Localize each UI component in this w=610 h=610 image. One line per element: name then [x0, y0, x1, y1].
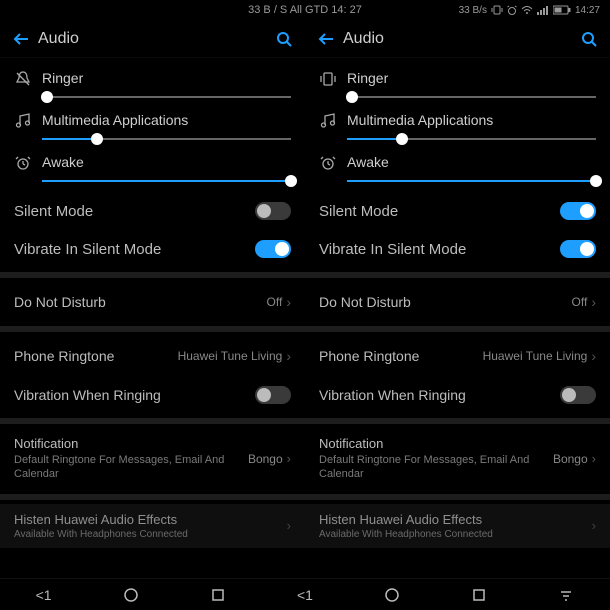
- alarm-icon: [14, 154, 38, 172]
- status-bar: 33 B / S All GTD 14: 27 33 B/s 14:27: [0, 0, 610, 20]
- search-button[interactable]: [275, 30, 293, 48]
- nav-square-icon[interactable]: [210, 587, 226, 603]
- status-right: 33 B/s 14:27: [459, 5, 600, 16]
- vibrate-ringing-label: Vibration When Ringing: [14, 387, 161, 403]
- vibrate-silent-toggle[interactable]: [255, 240, 291, 258]
- nav-menu-icon[interactable]: [558, 587, 574, 603]
- nav-home-icon[interactable]: [384, 587, 400, 603]
- ringer-slider[interactable]: [42, 96, 291, 98]
- wifi-icon: [521, 5, 533, 15]
- chevron-right-icon: ›: [286, 348, 291, 364]
- multimedia-label: Multimedia Applications: [347, 112, 596, 128]
- chevron-right-icon: ›: [286, 294, 291, 310]
- ringer-label: Ringer: [42, 70, 291, 86]
- chevron-right-icon: ›: [287, 518, 291, 533]
- vibrate-silent-toggle[interactable]: [560, 240, 596, 258]
- chevron-right-icon: ›: [591, 294, 596, 310]
- dnd-row[interactable]: Do Not Disturb Off ›: [305, 282, 610, 322]
- awake-slider[interactable]: [347, 180, 596, 182]
- silent-mode-toggle[interactable]: [560, 202, 596, 220]
- nav-back-right[interactable]: <1: [297, 587, 313, 603]
- vibrate-silent-label: Vibrate In Silent Mode: [14, 241, 161, 258]
- search-button[interactable]: [580, 30, 598, 48]
- multimedia-slider[interactable]: [347, 138, 596, 140]
- chevron-right-icon: ›: [592, 518, 596, 533]
- ringer-label: Ringer: [347, 70, 596, 86]
- multimedia-label: Multimedia Applications: [42, 112, 291, 128]
- notification-row[interactable]: Notification Default Ringtone For Messag…: [0, 428, 305, 490]
- nav-bar: <1 <1: [0, 578, 610, 610]
- page-title: Audio: [38, 30, 79, 48]
- back-button[interactable]: [317, 30, 335, 48]
- status-center: 33 B / S All GTD 14: 27: [248, 4, 362, 16]
- ringer-off-icon: [14, 70, 38, 88]
- silent-mode-toggle[interactable]: [255, 202, 291, 220]
- multimedia-slider[interactable]: [42, 138, 291, 140]
- silent-mode-label: Silent Mode: [14, 203, 93, 220]
- vibrate-silent-label: Vibrate In Silent Mode: [319, 241, 466, 258]
- music-icon: [14, 112, 38, 130]
- silent-mode-label: Silent Mode: [319, 203, 398, 220]
- vibrate-icon: [491, 5, 503, 15]
- chevron-right-icon: ›: [592, 451, 596, 466]
- page-title: Audio: [343, 30, 384, 48]
- nav-square-icon[interactable]: [471, 587, 487, 603]
- dnd-row[interactable]: Do Not Disturb Off ›: [0, 282, 305, 322]
- title-bar: Audio: [305, 20, 610, 58]
- histen-row[interactable]: Histen Huawei Audio Effects Available Wi…: [0, 504, 305, 548]
- ringtone-row[interactable]: Phone Ringtone Huawei Tune Living ›: [0, 336, 305, 376]
- vibrate-ringing-toggle[interactable]: [560, 386, 596, 404]
- awake-slider[interactable]: [42, 180, 291, 182]
- battery-icon: [553, 5, 571, 15]
- title-bar: Audio: [0, 20, 305, 58]
- nav-back-left[interactable]: <1: [36, 587, 52, 603]
- vibrate-icon: [319, 70, 343, 88]
- chevron-right-icon: ›: [287, 451, 291, 466]
- alarm-icon: [507, 5, 517, 15]
- histen-row[interactable]: Histen Huawei Audio Effects Available Wi…: [305, 504, 610, 548]
- back-button[interactable]: [12, 30, 30, 48]
- music-icon: [319, 112, 343, 130]
- ringtone-row[interactable]: Phone Ringtone Huawei Tune Living ›: [305, 336, 610, 376]
- alarm-icon: [319, 154, 343, 172]
- vibrate-ringing-toggle[interactable]: [255, 386, 291, 404]
- nav-home-icon[interactable]: [123, 587, 139, 603]
- chevron-right-icon: ›: [591, 348, 596, 364]
- signal-icon: [537, 5, 549, 15]
- notification-row[interactable]: Notification Default Ringtone For Messag…: [305, 428, 610, 490]
- ringer-slider[interactable]: [347, 96, 596, 98]
- vibrate-ringing-label: Vibration When Ringing: [319, 387, 466, 403]
- awake-label: Awake: [42, 154, 291, 170]
- awake-label: Awake: [347, 154, 596, 170]
